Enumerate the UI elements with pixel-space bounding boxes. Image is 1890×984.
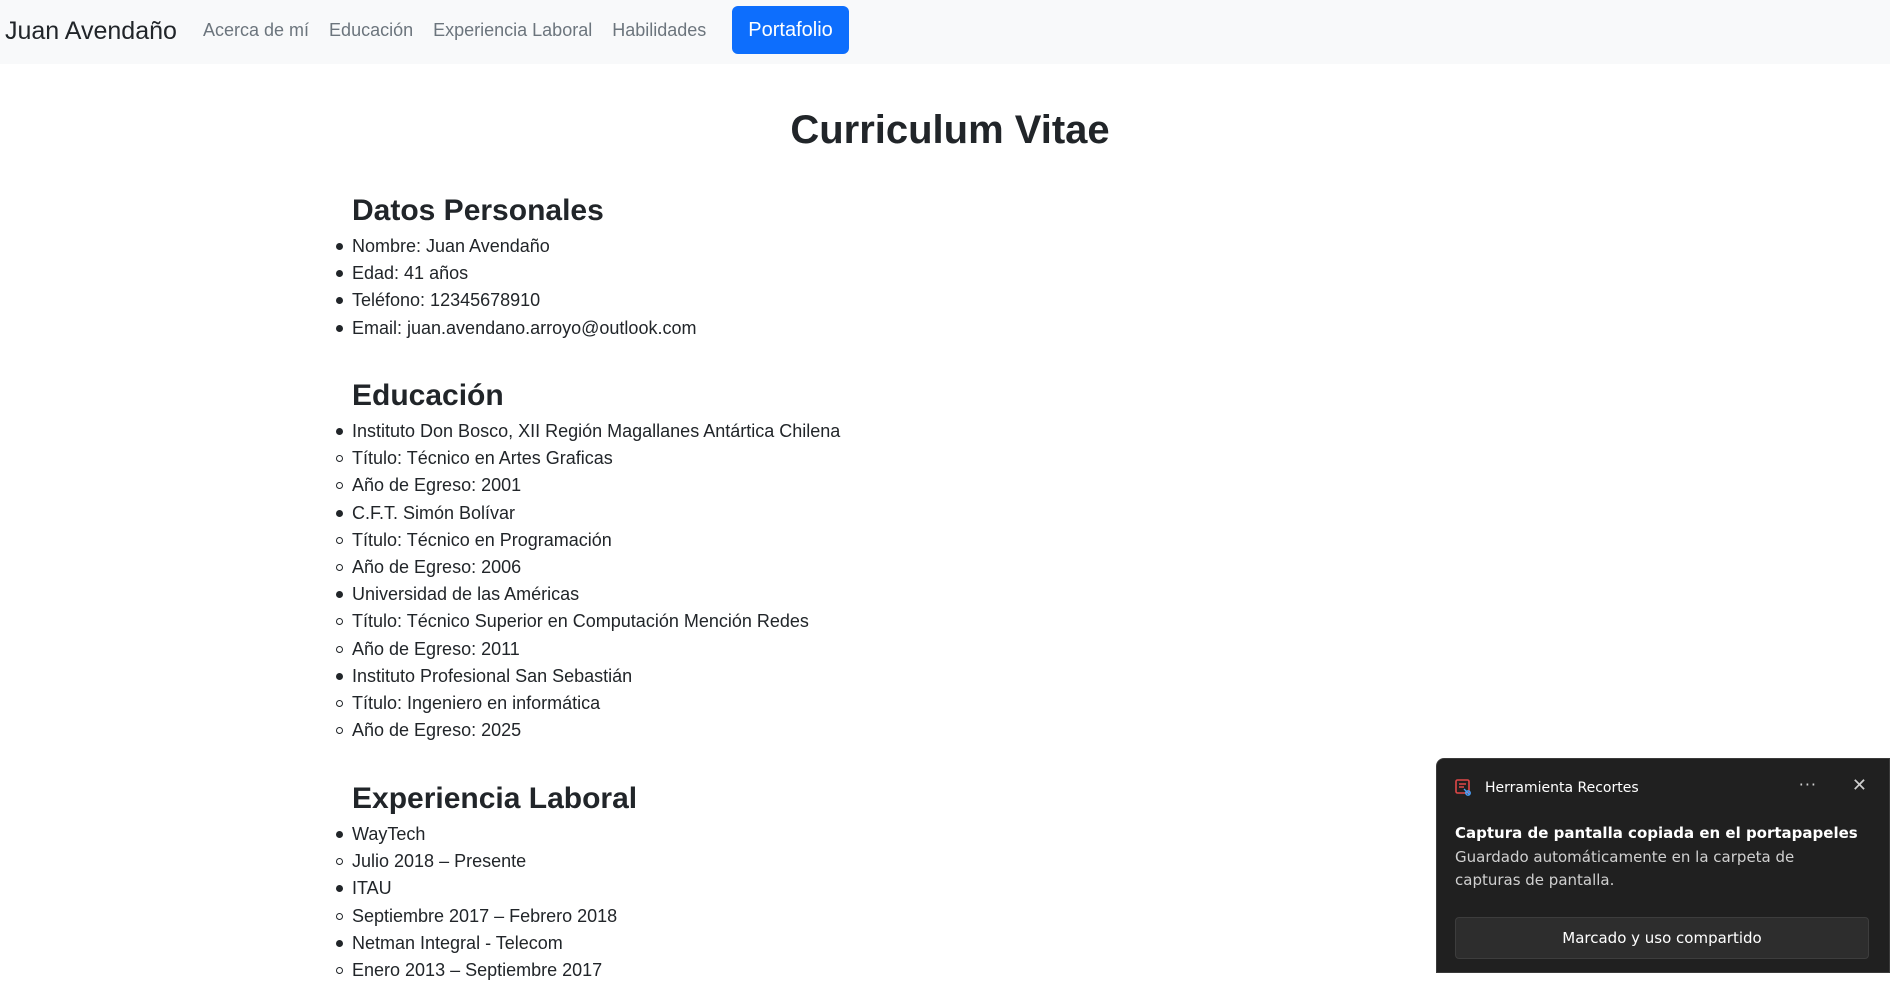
sub-list-item: Año de Egreso: 2001 [336,472,1236,499]
circle-bullet-icon [336,455,343,463]
nav-link-habilidades[interactable]: Habilidades [612,18,706,42]
list-item-text: Instituto Profesional San Sebastián [352,665,633,686]
page-title: Curriculum Vitae [790,108,1110,152]
circle-bullet-icon [336,618,343,626]
circle-bullet-icon [336,858,343,866]
bullet-icon [336,509,343,517]
toast-body: Guardado automáticamente en la carpeta d… [1455,848,1795,889]
bullet-icon [336,243,343,250]
more-icon[interactable]: ··· [1799,775,1817,794]
list-item: Universidad de las Américas [336,581,1236,608]
sub-list-item: Título: Técnico en Programación [336,527,1236,554]
list-item-text: Año de Egreso: 2025 [352,720,522,741]
circle-bullet-icon [336,645,343,653]
circle-bullet-icon [336,564,343,572]
bullet-icon [336,831,343,838]
personal-email: Email: juan.avendano.arroyo@outlook.com [352,317,697,338]
circle-bullet-icon [336,482,343,490]
list-item-text: Título: Ingeniero en informática [352,693,601,714]
list-item-text: ITAU [352,878,392,899]
list-item-text: Instituto Don Bosco, XII Región Magallan… [352,421,841,441]
circle-bullet-icon [336,536,343,544]
snipping-tool-icon [1455,779,1473,797]
list-item-text: Año de Egreso: 2001 [352,475,522,496]
sub-list-item: Año de Egreso: 2011 [336,636,1236,663]
personal-heading: Datos Personales [352,194,604,227]
education-section: Educación Instituto Don Bosco, XII Regió… [336,378,1236,744]
list-item: ITAU [336,875,1236,902]
close-icon[interactable]: ✕ [1852,775,1867,796]
list-item-text: Julio 2018 – Presente [352,851,527,872]
list-item-text: Año de Egreso: 2006 [352,557,522,578]
sub-list-item: Título: Técnico Superior en Computación … [336,608,1236,635]
toast-app-name: Herramienta Recortes [1485,780,1639,796]
nav-link-acerca[interactable]: Acerca de mí [203,18,309,42]
sub-list-item: Septiembre 2017 – Febrero 2018 [336,903,1236,930]
education-list: Instituto Don Bosco, XII Región Magallan… [336,418,1236,744]
nav-link-educacion[interactable]: Educación [329,18,413,42]
list-item: Edad: 41 años [336,260,1236,287]
bullet-icon [336,428,343,435]
list-item-text: WayTech [352,824,426,844]
sub-list-item: Julio 2018 – Presente [336,848,1236,875]
list-item-text: Año de Egreso: 2011 [352,638,520,659]
toast-title: Captura de pantalla copiada en el portap… [1455,824,1858,842]
list-item: Instituto Don Bosco, XII Región Magallan… [336,418,1236,445]
sub-list-item: Título: Técnico en Artes Graficas [336,445,1236,472]
list-item-text: Netman Integral - Telecom [352,932,563,953]
list-item-text: Título: Técnico en Programación [352,529,612,550]
navbar: Juan Avendaño Acerca de mí Educación Exp… [0,0,1890,64]
nav-links: Acerca de mí Educación Experiencia Labor… [203,0,849,60]
bullet-icon [336,270,343,278]
list-item-text: Enero 2013 – Septiembre 2017 [352,960,603,981]
list-item: Email: juan.avendano.arroyo@outlook.com [336,315,1236,342]
circle-bullet-icon [336,912,343,920]
personal-section: Datos Personales Nombre: Juan Avendaño E… [336,193,1236,342]
snipping-toast: Herramienta Recortes ··· ✕ Captura de pa… [1436,758,1890,973]
personal-phone: Teléfono: 12345678910 [352,290,541,311]
personal-list: Nombre: Juan Avendaño Edad: 41 años Telé… [336,233,1236,342]
list-item-text: Título: Técnico en Artes Graficas [352,448,613,469]
list-item: Nombre: Juan Avendaño [336,233,1236,260]
experience-heading: Experiencia Laboral [352,782,638,815]
nav-link-experiencia[interactable]: Experiencia Laboral [433,18,592,42]
bullet-icon [336,297,343,305]
portafolio-button[interactable]: Portafolio [732,6,849,54]
experience-section: Experiencia Laboral WayTech Julio 2018 – … [336,781,1236,984]
navbar-brand[interactable]: Juan Avendaño [5,14,177,48]
list-item-text: Universidad de las Américas [352,584,580,605]
personal-age: Edad: 41 años [352,263,469,284]
sub-list-item: Enero 2013 – Septiembre 2017 [336,957,1236,984]
personal-name: Nombre: Juan Avendaño [352,236,550,256]
toast-header: Herramienta Recortes ··· ✕ [1455,775,1871,799]
list-item-text: Título: Técnico Superior en Computación … [352,611,809,632]
bullet-icon [336,672,343,680]
share-button[interactable]: Marcado y uso compartido [1455,917,1869,959]
sub-list-item: Año de Egreso: 2006 [336,554,1236,581]
circle-bullet-icon [336,727,343,735]
list-item: Netman Integral - Telecom [336,930,1236,957]
bullet-icon [336,939,343,947]
education-heading: Educación [352,379,504,412]
list-item-text: Septiembre 2017 – Febrero 2018 [352,905,618,926]
experience-list: WayTech Julio 2018 – Presente ITAU Septiemb… [336,821,1236,984]
list-item: C.F.T. Simón Bolívar [336,500,1236,527]
sub-list-item: Título: Ingeniero en informática [336,690,1236,717]
sub-list-item: Año de Egreso: 2025 [336,717,1236,744]
bullet-icon [336,591,343,599]
list-item: Teléfono: 12345678910 [336,287,1236,314]
circle-bullet-icon [336,700,343,708]
list-item: WayTech [336,821,1236,848]
list-item: Instituto Profesional San Sebastián [336,663,1236,690]
bullet-icon [336,885,343,893]
list-item-text: C.F.T. Simón Bolívar [352,502,516,523]
bullet-icon [336,324,343,332]
